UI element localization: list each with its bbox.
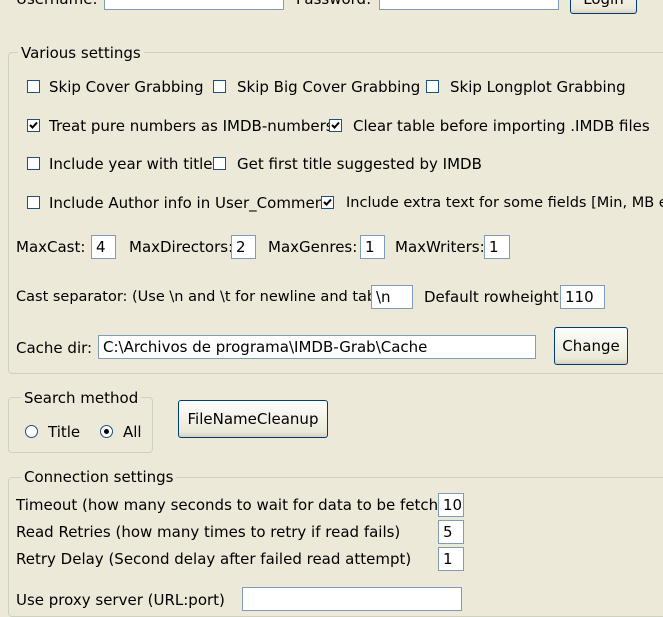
username-label: Username: bbox=[16, 0, 98, 8]
maxwriters-label: MaxWriters: bbox=[395, 238, 485, 256]
retry-delay-label: Retry Delay (Second delay after failed r… bbox=[16, 550, 412, 568]
radio-dot-icon bbox=[104, 429, 109, 434]
include-year-label: Include year with title bbox=[49, 155, 213, 173]
check-mark-icon bbox=[29, 121, 38, 129]
extra-text-label: Include extra text for some fields [Min,… bbox=[346, 195, 663, 211]
check-mark-icon bbox=[331, 121, 340, 129]
login-button-label: Login bbox=[583, 0, 623, 8]
filename-cleanup-button-label: FileNameCleanup bbox=[187, 410, 319, 428]
proxy-field[interactable] bbox=[242, 587, 462, 611]
maxdirectors-label: MaxDirectors: bbox=[129, 238, 234, 256]
maxgenres-field[interactable]: 1 bbox=[360, 235, 385, 259]
cast-separator-label: Cast separator: (Use \n and \t for newli… bbox=[16, 289, 382, 305]
extra-text-checkbox[interactable] bbox=[321, 196, 334, 209]
skip-cover-checkbox[interactable] bbox=[27, 80, 40, 93]
cache-dir-label: Cache dir: bbox=[16, 339, 93, 357]
first-title-checkbox[interactable] bbox=[213, 157, 226, 170]
proxy-label: Use proxy server (URL:port) bbox=[16, 591, 225, 609]
author-info-checkbox[interactable] bbox=[27, 196, 40, 209]
skip-big-cover-label: Skip Big Cover Grabbing bbox=[237, 78, 421, 96]
search-title-label: Title bbox=[48, 423, 81, 441]
timeout-label: Timeout (how many seconds to wait for da… bbox=[16, 496, 463, 514]
maxcast-field[interactable]: 4 bbox=[91, 235, 116, 259]
change-button[interactable]: Change bbox=[554, 327, 628, 365]
filename-cleanup-button[interactable]: FileNameCleanup bbox=[178, 400, 328, 438]
search-all-label: All bbox=[123, 423, 142, 441]
change-button-label: Change bbox=[562, 337, 620, 355]
include-year-checkbox[interactable] bbox=[27, 157, 40, 170]
skip-big-cover-checkbox[interactable] bbox=[213, 80, 226, 93]
password-label: Password: bbox=[296, 0, 371, 8]
various-settings-group bbox=[8, 52, 663, 374]
maxcast-label: MaxCast: bbox=[16, 238, 86, 256]
retry-delay-field[interactable]: 1 bbox=[438, 547, 464, 571]
search-all-radio[interactable] bbox=[100, 425, 113, 438]
clear-table-checkbox[interactable] bbox=[329, 119, 342, 132]
read-retries-field[interactable]: 5 bbox=[438, 520, 464, 544]
maxdirectors-field[interactable]: 2 bbox=[231, 235, 256, 259]
skip-longplot-label: Skip Longplot Grabbing bbox=[450, 78, 626, 96]
read-retries-label: Read Retries (how many times to retry if… bbox=[16, 523, 401, 541]
treat-numbers-label: Treat pure numbers as IMDB-numbers bbox=[49, 117, 334, 135]
connection-settings-legend: Connection settings bbox=[21, 468, 177, 486]
timeout-field[interactable]: 10 bbox=[438, 493, 464, 517]
clear-table-label: Clear table before importing .IMDB files bbox=[353, 117, 650, 135]
password-field[interactable] bbox=[379, 0, 559, 10]
skip-cover-label: Skip Cover Grabbing bbox=[49, 78, 204, 96]
treat-numbers-checkbox[interactable] bbox=[27, 119, 40, 132]
rowheight-label: Default rowheight: bbox=[424, 288, 564, 306]
username-field[interactable] bbox=[104, 0, 284, 10]
login-button[interactable]: Login bbox=[570, 0, 637, 14]
search-method-legend: Search method bbox=[21, 389, 142, 407]
first-title-label: Get first title suggested by IMDB bbox=[237, 155, 482, 173]
author-info-label: Include Author info in User_Comment bbox=[49, 194, 331, 212]
check-mark-icon bbox=[323, 198, 332, 206]
cast-separator-field[interactable]: \n bbox=[371, 285, 413, 309]
maxwriters-field[interactable]: 1 bbox=[484, 235, 510, 259]
cache-dir-field[interactable]: C:\Archivos de programa\IMDB-Grab\Cache bbox=[98, 335, 536, 359]
various-settings-legend: Various settings bbox=[18, 44, 144, 62]
search-title-radio[interactable] bbox=[25, 425, 38, 438]
maxgenres-label: MaxGenres: bbox=[268, 238, 358, 256]
rowheight-field[interactable]: 110 bbox=[560, 285, 605, 309]
skip-longplot-checkbox[interactable] bbox=[426, 80, 439, 93]
